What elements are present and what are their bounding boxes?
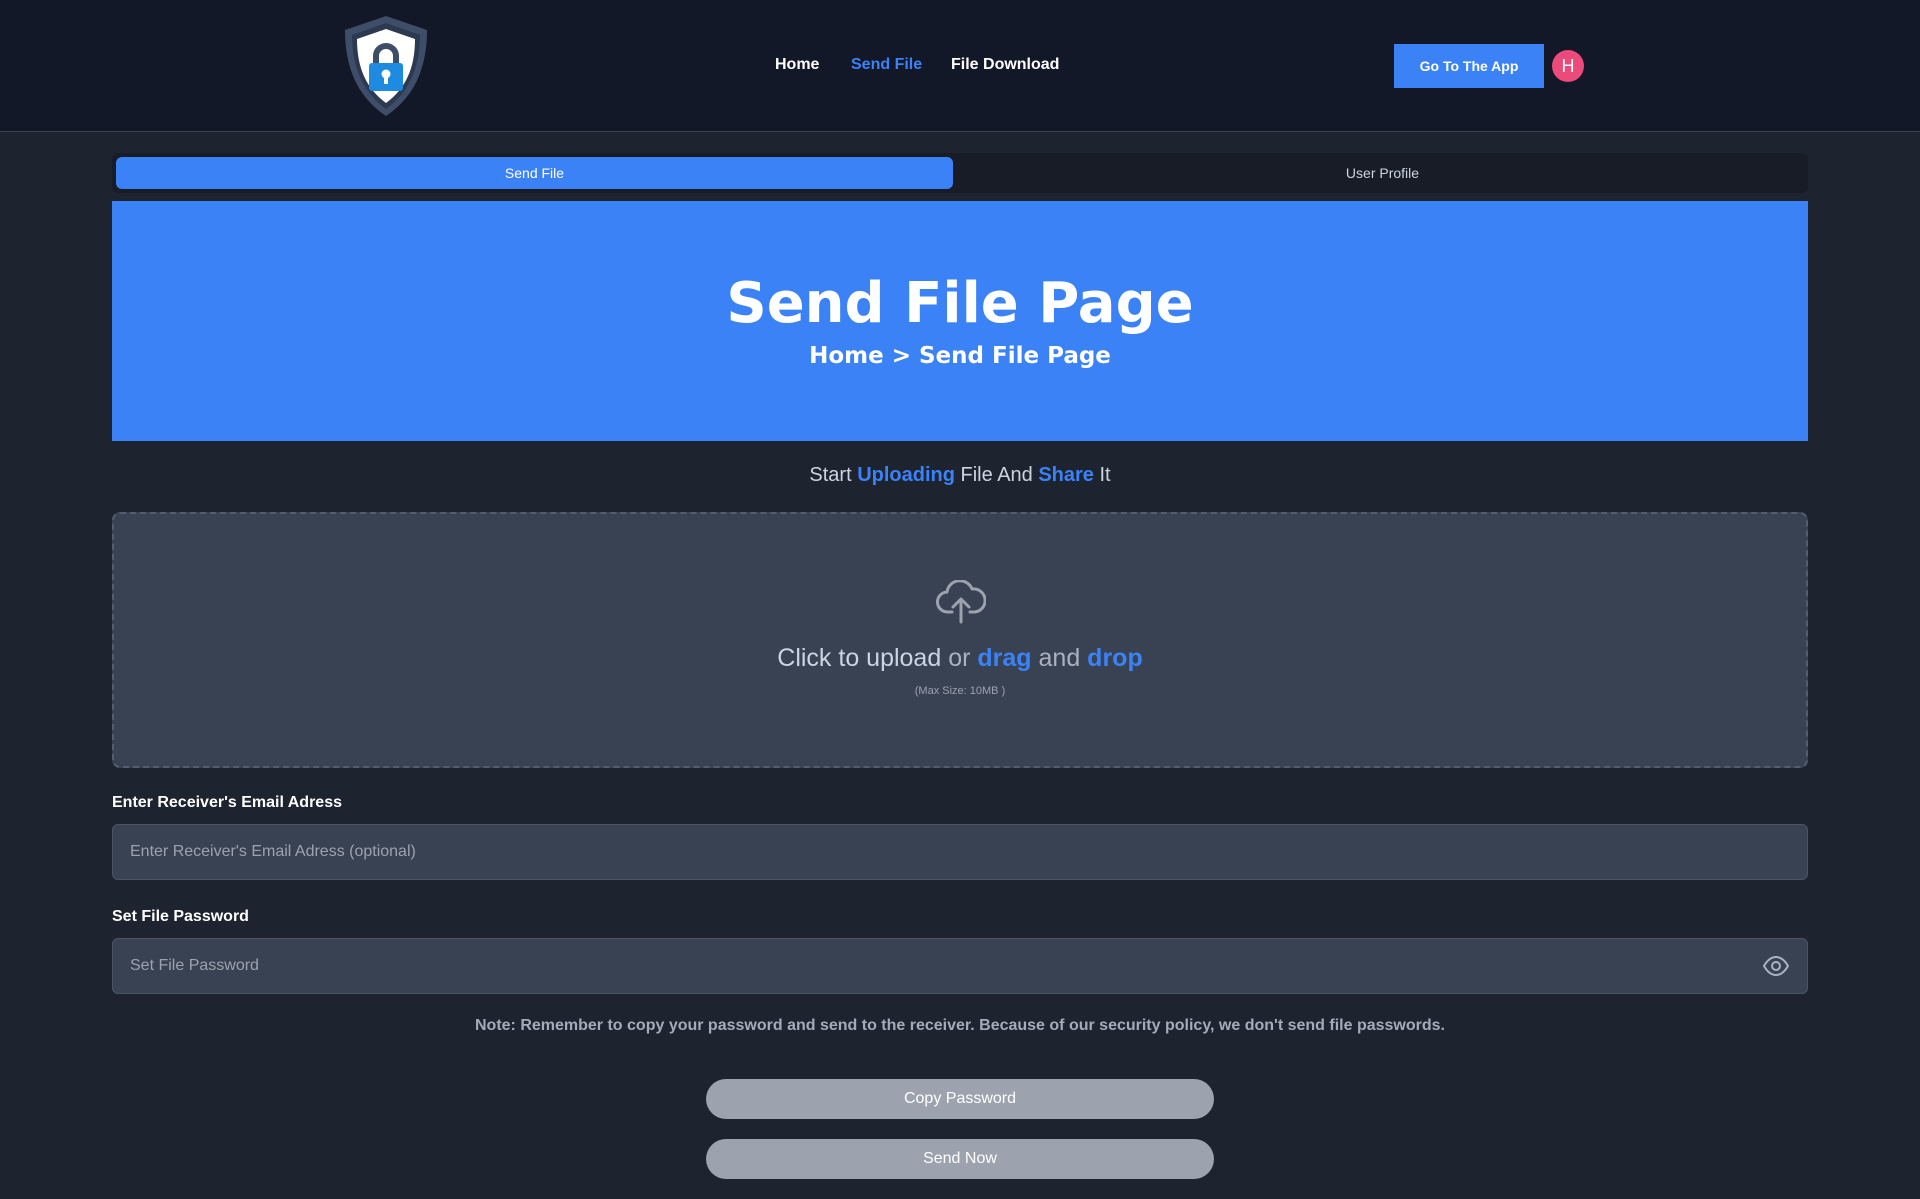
drop-text-drop: drop <box>1087 644 1143 672</box>
password-label: Set File Password <box>112 908 249 925</box>
file-dropzone[interactable]: Click to upload or drag and drop (Max Si… <box>112 512 1808 768</box>
copy-password-button[interactable]: Copy Password <box>706 1079 1214 1119</box>
hero-banner: Send File Page Home > Send File Page <box>112 201 1808 441</box>
send-now-button[interactable]: Send Now <box>706 1139 1214 1179</box>
nav-link-home[interactable]: Home <box>775 56 819 74</box>
drop-text-connector: or <box>941 644 978 672</box>
page-title: Send File Page <box>726 271 1194 336</box>
upload-heading: Start Uploading File And Share It <box>112 464 1808 487</box>
upload-heading-text: Start <box>809 464 858 486</box>
password-note: Note: Remember to copy your password and… <box>475 1017 1445 1034</box>
drop-text-drag: drag <box>977 644 1032 672</box>
upload-heading-text: It <box>1093 464 1111 486</box>
cloud-upload-icon <box>936 580 986 624</box>
tab-user-profile[interactable]: User Profile <box>961 157 1804 189</box>
page-tabs: Send File User Profile <box>112 153 1808 193</box>
breadcrumb: Home > Send File Page <box>809 343 1111 369</box>
go-to-app-button[interactable]: Go To The App <box>1394 44 1544 88</box>
nav-link-send-file[interactable]: Send File <box>851 56 922 74</box>
nav-links: Home Send File File Download <box>0 56 1920 78</box>
tab-send-file[interactable]: Send File <box>116 157 953 189</box>
email-field-container <box>112 824 1808 880</box>
upload-heading-highlight-share: Share <box>1038 464 1094 486</box>
drop-instructions: Click to upload or drag and drop <box>114 644 1806 673</box>
drop-text-connector: and <box>1031 644 1088 672</box>
upload-heading-text: File And <box>954 464 1039 486</box>
eye-icon[interactable] <box>1763 956 1789 976</box>
max-size-hint: (Max Size: 10MB ) <box>914 685 1006 697</box>
upload-heading-highlight-uploading: Uploading <box>857 464 955 486</box>
click-to-upload-text: Click to upload <box>777 644 942 672</box>
nav-link-file-download[interactable]: File Download <box>951 56 1059 74</box>
email-field[interactable] <box>113 825 1807 879</box>
password-field-container <box>112 938 1808 994</box>
top-navbar: Home Send File File Download Go To The A… <box>0 0 1920 132</box>
password-field[interactable] <box>113 939 1807 993</box>
user-avatar[interactable]: H <box>1552 50 1584 82</box>
email-label: Enter Receiver's Email Adress <box>112 794 342 811</box>
